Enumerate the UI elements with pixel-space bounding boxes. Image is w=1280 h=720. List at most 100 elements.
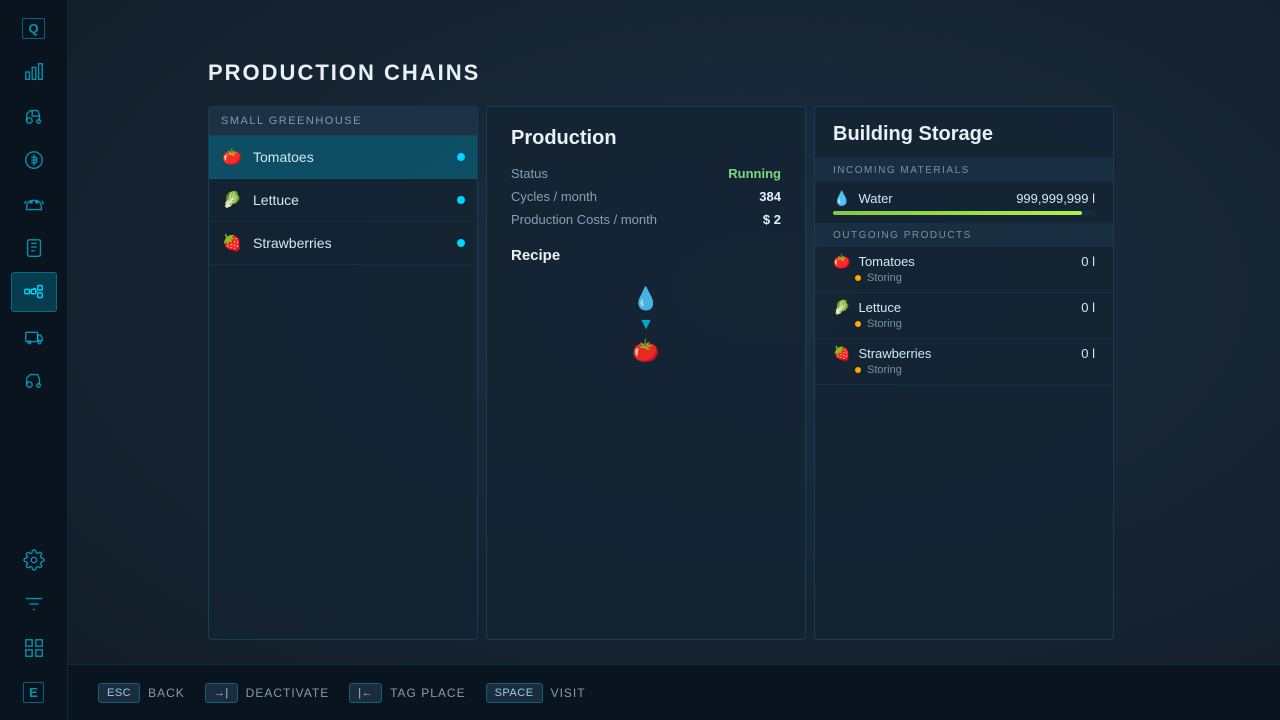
storage-material-water-name: Water <box>858 191 892 206</box>
lettuce-status-text: Storing <box>867 318 902 330</box>
recipe-input-icon: 💧 <box>632 286 659 312</box>
strawberries-icon: 🍓 <box>221 232 243 254</box>
sidebar-item-tractor[interactable] <box>11 96 57 136</box>
stat-cycles-label: Cycles / month <box>511 189 597 204</box>
recipe-output-icon: 🍅 <box>632 338 659 364</box>
main-content: PRODUCTION CHAINS SMALL GREENHOUSE 🍅 Tom… <box>68 0 1280 720</box>
deactivate-badge: →| <box>205 683 238 703</box>
outgoing-products-label: OUTGOING PRODUCTS <box>815 224 1113 247</box>
storage-header: Building Storage <box>815 107 1113 159</box>
sidebar-item-analytics[interactable] <box>11 52 57 92</box>
storage-product-strawberries: 🍓 Strawberries 0 l Storing <box>815 339 1113 385</box>
page-title: PRODUCTION CHAINS <box>208 60 1240 86</box>
storage-product-lettuce-row: 🥬 Lettuce 0 l <box>833 299 1095 316</box>
stat-status-value: Running <box>728 166 781 181</box>
chain-item-tomatoes[interactable]: 🍅 Tomatoes <box>209 136 477 179</box>
recipe-title: Recipe <box>511 247 781 264</box>
sidebar-item-settings[interactable] <box>11 540 57 580</box>
production-panel: Production Status Running Cycles / month… <box>486 106 806 640</box>
deactivate-label: DEACTIVATE <box>246 686 330 700</box>
sidebar-item-grid[interactable] <box>11 628 57 668</box>
hotkey-deactivate: →| DEACTIVATE <box>205 683 329 703</box>
esc-label: BACK <box>148 686 185 700</box>
storage-product-lettuce-left: 🥬 Lettuce <box>833 299 901 316</box>
sidebar-item-delivery[interactable] <box>11 316 57 356</box>
storage-title: Building Storage <box>833 123 1095 146</box>
lettuce-icon: 🥬 <box>221 189 243 211</box>
storage-material-water: 💧 Water 999,999,999 l <box>815 182 1113 224</box>
sidebar-item-tractor2[interactable] <box>11 360 57 400</box>
storage-product-strawberries-status: Storing <box>833 362 1095 382</box>
storage-panel: Building Storage INCOMING MATERIALS 💧 Wa… <box>814 106 1114 640</box>
water-icon: 💧 <box>833 190 850 207</box>
lettuce-status-dot <box>855 321 861 327</box>
stat-status: Status Running <box>511 166 781 181</box>
strawberries-product-icon: 🍓 <box>833 345 850 362</box>
tomatoes-icon: 🍅 <box>221 146 243 168</box>
chains-section-label: SMALL GREENHOUSE <box>209 107 477 136</box>
chain-item-dot-lettuce <box>457 196 465 204</box>
tagplace-label: TAG PLACE <box>390 686 465 700</box>
storage-material-water-left: 💧 Water <box>833 190 893 207</box>
recipe-arrow: ▼ <box>638 316 654 334</box>
storage-product-lettuce-amount: 0 l <box>1081 300 1095 315</box>
chain-item-name-lettuce: Lettuce <box>253 192 457 208</box>
water-bar-container <box>833 211 1095 215</box>
sidebar-item-filter[interactable] <box>11 584 57 624</box>
hotkey-esc: ESC BACK <box>98 683 185 703</box>
storage-product-tomatoes: 🍅 Tomatoes 0 l Storing <box>815 247 1113 293</box>
storage-product-lettuce-name: Lettuce <box>858 300 901 315</box>
sidebar-item-economy[interactable] <box>11 140 57 180</box>
sidebar: Q E <box>0 0 68 720</box>
chains-panel: SMALL GREENHOUSE 🍅 Tomatoes 🥬 Lettuce 🍓 … <box>208 106 478 640</box>
tomatoes-status-text: Storing <box>867 272 902 284</box>
recipe-section: Recipe 💧 ▼ 🍅 <box>511 247 781 374</box>
chain-item-strawberries[interactable]: 🍓 Strawberries <box>209 222 477 265</box>
storage-material-water-row: 💧 Water 999,999,999 l <box>833 190 1095 207</box>
stat-costs: Production Costs / month $ 2 <box>511 212 781 227</box>
chain-item-name-tomatoes: Tomatoes <box>253 149 457 165</box>
strawberries-status-text: Storing <box>867 364 902 376</box>
tagplace-badge: |← <box>349 683 382 703</box>
storage-product-tomatoes-row: 🍅 Tomatoes 0 l <box>833 253 1095 270</box>
hotkey-visit: SPACE VISIT <box>486 683 586 703</box>
tomatoes-product-icon: 🍅 <box>833 253 850 270</box>
hotkey-tagplace: |← TAG PLACE <box>349 683 465 703</box>
storage-product-strawberries-name: Strawberries <box>858 346 931 361</box>
recipe-visual: 💧 ▼ 🍅 <box>511 276 781 374</box>
visit-badge: SPACE <box>486 683 543 703</box>
sidebar-item-animals[interactable] <box>11 184 57 224</box>
water-bar <box>833 211 1082 215</box>
stat-cycles-value: 384 <box>759 189 781 204</box>
bottom-bar: ESC BACK →| DEACTIVATE |← TAG PLACE SPAC… <box>68 664 1280 720</box>
chain-item-name-strawberries: Strawberries <box>253 235 457 251</box>
storage-product-strawberries-left: 🍓 Strawberries <box>833 345 931 362</box>
stat-status-label: Status <box>511 166 548 181</box>
strawberries-status-dot <box>855 367 861 373</box>
storage-product-strawberries-amount: 0 l <box>1081 346 1095 361</box>
stat-cycles: Cycles / month 384 <box>511 189 781 204</box>
incoming-materials-label: INCOMING MATERIALS <box>815 159 1113 182</box>
chain-item-dot-strawberries <box>457 239 465 247</box>
sidebar-item-chains[interactable] <box>11 272 57 312</box>
production-title: Production <box>511 127 781 150</box>
stat-costs-label: Production Costs / month <box>511 212 657 227</box>
storage-product-tomatoes-left: 🍅 Tomatoes <box>833 253 915 270</box>
tomatoes-status-dot <box>855 275 861 281</box>
storage-product-strawberries-row: 🍓 Strawberries 0 l <box>833 345 1095 362</box>
stat-costs-value: $ 2 <box>763 212 781 227</box>
storage-product-tomatoes-amount: 0 l <box>1081 254 1095 269</box>
visit-label: VISIT <box>551 686 586 700</box>
storage-product-lettuce: 🥬 Lettuce 0 l Storing <box>815 293 1113 339</box>
storage-material-water-amount: 999,999,999 l <box>1016 191 1095 206</box>
sidebar-item-q[interactable]: Q <box>11 8 57 48</box>
esc-badge: ESC <box>98 683 140 703</box>
sidebar-item-contracts[interactable] <box>11 228 57 268</box>
storage-product-tomatoes-name: Tomatoes <box>858 254 914 269</box>
lettuce-product-icon: 🥬 <box>833 299 850 316</box>
sidebar-item-e[interactable]: E <box>11 672 57 712</box>
storage-product-lettuce-status: Storing <box>833 316 1095 336</box>
chain-item-lettuce[interactable]: 🥬 Lettuce <box>209 179 477 222</box>
panels-row: SMALL GREENHOUSE 🍅 Tomatoes 🥬 Lettuce 🍓 … <box>208 106 1240 640</box>
storage-product-tomatoes-status: Storing <box>833 270 1095 290</box>
